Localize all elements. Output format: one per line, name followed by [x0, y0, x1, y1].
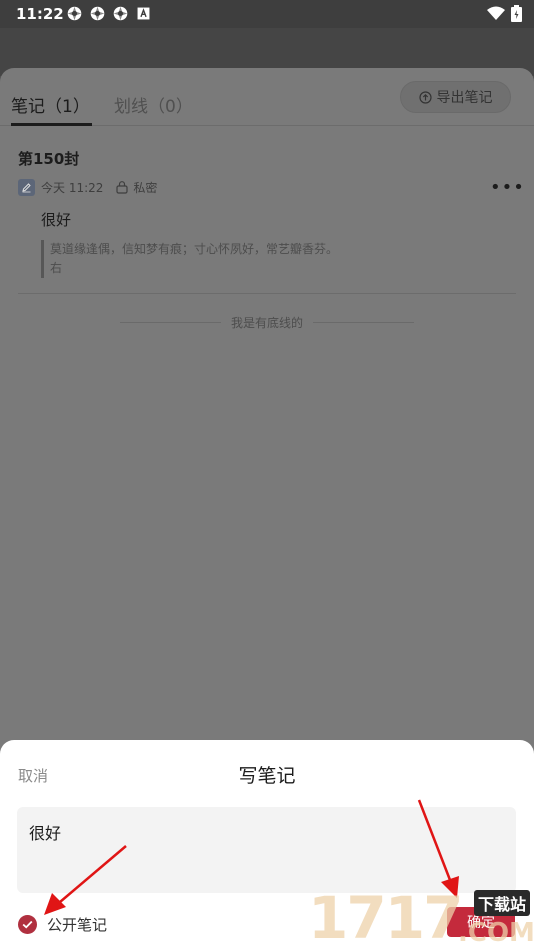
- divider: [18, 293, 516, 294]
- divider: [313, 322, 415, 323]
- end-of-list-label: 我是有底线的: [231, 316, 304, 330]
- privacy-toggle[interactable]: 私密: [115, 179, 157, 196]
- note-chapter-title: 第150封: [18, 150, 80, 168]
- more-options-icon[interactable]: •••: [490, 177, 525, 198]
- system-icons: [487, 5, 522, 22]
- watermark-site-label: 下载站: [474, 890, 531, 916]
- export-notes-label: 导出笔记: [436, 90, 493, 106]
- site-watermark: 1717 .COM 下载站: [308, 880, 534, 950]
- note-meta: 今天 11:22 私密: [18, 178, 157, 196]
- lock-icon: [116, 181, 129, 194]
- quoted-text-line: 莫道缘逢偶，信知梦有痕；寸心怀夙好，常艺瓣香芬。: [50, 242, 339, 256]
- status-time: 11:22: [16, 5, 64, 23]
- app-notification-icon: [113, 6, 128, 21]
- wifi-icon: [487, 6, 505, 20]
- divider: [120, 322, 221, 323]
- end-of-list-hint: 我是有底线的: [120, 314, 415, 331]
- public-note-label: 公开笔记: [47, 916, 108, 934]
- notes-sheet: 笔记（1） 划线（0） 导出笔记 第150封 今天 11:22 私密 ••• 很…: [0, 68, 534, 758]
- edit-note-icon: [18, 178, 35, 196]
- public-note-toggle[interactable]: 公开笔记: [18, 914, 107, 935]
- export-icon: [418, 90, 432, 104]
- a-notification-icon: [137, 7, 150, 20]
- quoted-text: 莫道缘逢偶，信知梦有痕；寸心怀夙好，常艺瓣香芬。 右: [41, 240, 381, 278]
- active-tab-indicator: [11, 123, 92, 126]
- notes-tabs: 笔记（1） 划线（0） 导出笔记: [0, 68, 534, 126]
- watermark-domain: .COM: [458, 918, 534, 948]
- note-time: 今天 11:22: [41, 180, 104, 195]
- notification-icons: [66, 5, 152, 22]
- quoted-text-line: 右: [50, 261, 63, 275]
- app-notification-icon: [90, 6, 105, 21]
- tab-notes[interactable]: 笔记（1）: [11, 92, 90, 117]
- export-notes-button[interactable]: 导出笔记: [400, 81, 511, 113]
- watermark-digits: 1717: [308, 884, 463, 950]
- sheet-title: 写笔记: [238, 765, 296, 787]
- privacy-label: 私密: [133, 180, 158, 195]
- tab-underlines[interactable]: 划线（0）: [114, 92, 193, 117]
- battery-icon: [511, 5, 522, 22]
- app-notification-icon: [67, 6, 82, 21]
- status-bar: 11:22: [0, 0, 534, 28]
- note-content: 很好: [41, 211, 72, 229]
- checkbox-checked-icon[interactable]: [18, 915, 37, 934]
